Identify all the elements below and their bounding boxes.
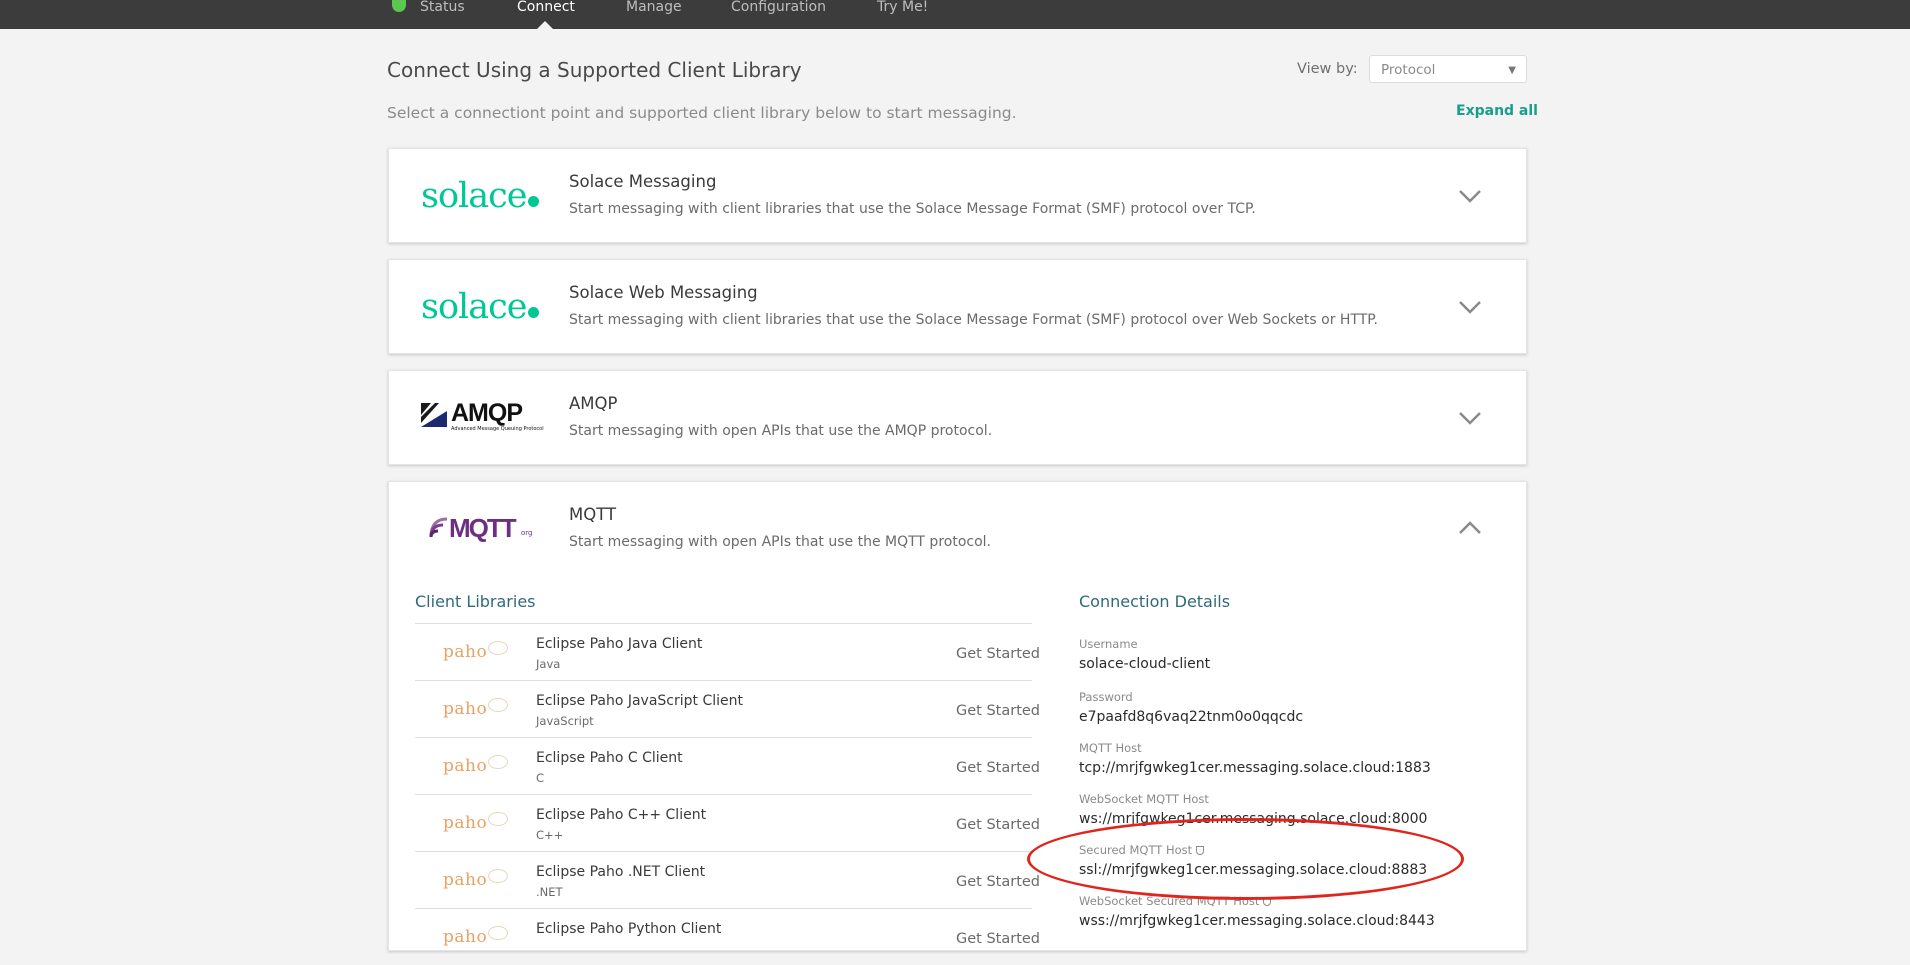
nav-configuration[interactable]: Configuration xyxy=(731,0,826,16)
library-name: Eclipse Paho C++ Client xyxy=(536,807,707,823)
status-indicator-icon xyxy=(392,0,406,12)
library-row[interactable]: paho Eclipse Paho C Client C Get Started xyxy=(415,737,1040,794)
card-description: Start messaging with open APIs that use … xyxy=(569,534,991,550)
page-subtitle: Select a connectiont point and supported… xyxy=(387,104,1017,122)
amqp-mark-icon xyxy=(421,403,447,427)
active-tab-caret-icon xyxy=(537,21,553,29)
library-language: Java xyxy=(536,657,561,671)
paho-logo: paho xyxy=(443,870,488,890)
protocol-card-solace-messaging[interactable]: solace Solace Messaging Start messaging … xyxy=(388,148,1527,243)
library-name: Eclipse Paho JavaScript Client xyxy=(536,693,744,709)
view-by-value: Protocol xyxy=(1381,62,1436,78)
protocol-card-solace-web-messaging[interactable]: solace Solace Web Messaging Start messag… xyxy=(388,259,1527,354)
card-title: AMQP xyxy=(569,394,618,413)
library-row[interactable]: paho Eclipse Paho .NET Client .NET Get S… xyxy=(415,851,1040,908)
detail-value-websocket-secured-mqtt-host[interactable]: wss://mrjfgwkeg1cer.messaging.solace.clo… xyxy=(1079,913,1435,929)
protocol-card-amqp[interactable]: AMQP Advanced Message Queuing Protocol A… xyxy=(388,370,1527,465)
solace-logo: solace xyxy=(421,176,540,216)
speech-bubble-icon xyxy=(488,698,508,712)
get-started-button[interactable]: Get Started xyxy=(956,931,1040,947)
chevron-down-icon[interactable] xyxy=(1458,410,1482,426)
expand-all-link[interactable]: Expand all xyxy=(1456,103,1538,119)
library-row[interactable]: paho Eclipse Paho JavaScript Client Java… xyxy=(415,680,1040,737)
card-description: Start messaging with client libraries th… xyxy=(569,201,1256,217)
detail-label-mqtt-host: MQTT Host xyxy=(1079,741,1142,755)
library-language: C xyxy=(536,771,545,785)
library-name: Eclipse Paho Java Client xyxy=(536,636,703,652)
library-row[interactable]: paho Eclipse Paho Python Client Get Star… xyxy=(415,908,1040,965)
speech-bubble-icon xyxy=(488,641,508,655)
speech-bubble-icon xyxy=(488,869,508,883)
chevron-down-icon[interactable] xyxy=(1458,188,1482,204)
card-description: Start messaging with open APIs that use … xyxy=(569,423,993,439)
client-libraries-title: Client Libraries xyxy=(415,592,536,611)
detail-label-websocket-mqtt-host: WebSocket MQTT Host xyxy=(1079,792,1209,806)
paho-logo: paho xyxy=(443,699,488,719)
detail-value-mqtt-host[interactable]: tcp://mrjfgwkeg1cer.messaging.solace.clo… xyxy=(1079,760,1431,776)
library-row[interactable]: paho Eclipse Paho Java Client Java Get S… xyxy=(415,623,1040,680)
dropdown-arrow-icon: ▼ xyxy=(1508,65,1516,76)
nav-connect[interactable]: Connect xyxy=(517,0,575,16)
library-name: Eclipse Paho .NET Client xyxy=(536,864,706,880)
library-name: Eclipse Paho Python Client xyxy=(536,921,722,937)
card-title: Solace Messaging xyxy=(569,172,717,191)
view-by-label: View by: xyxy=(1297,61,1358,77)
get-started-button[interactable]: Get Started xyxy=(956,760,1040,776)
card-description: Start messaging with client libraries th… xyxy=(569,312,1378,328)
get-started-button[interactable]: Get Started xyxy=(956,817,1040,833)
view-by-select[interactable]: Protocol ▼ xyxy=(1369,55,1527,83)
connection-details-title: Connection Details xyxy=(1079,592,1231,611)
detail-value-username[interactable]: solace-cloud-client xyxy=(1079,656,1210,672)
mqtt-logo: MQTT org xyxy=(429,513,539,543)
speech-bubble-icon xyxy=(488,755,508,769)
library-language: JavaScript xyxy=(536,714,594,728)
paho-logo: paho xyxy=(443,813,488,833)
page-title: Connect Using a Supported Client Library xyxy=(387,58,802,82)
top-nav: Status Connect Manage Configuration Try … xyxy=(0,0,1910,29)
get-started-button[interactable]: Get Started xyxy=(956,874,1040,890)
detail-label-password: Password xyxy=(1079,690,1133,704)
library-language: .NET xyxy=(536,885,563,899)
paho-logo: paho xyxy=(443,642,488,662)
get-started-button[interactable]: Get Started xyxy=(956,646,1040,662)
mqtt-mark-icon xyxy=(429,517,448,538)
nav-status[interactable]: Status xyxy=(420,0,465,16)
library-language: C++ xyxy=(536,828,564,842)
paho-logo: paho xyxy=(443,927,488,947)
solace-logo: solace xyxy=(421,287,540,327)
highlight-ellipse-annotation xyxy=(1027,818,1464,900)
detail-value-password[interactable]: e7paafd8q6vaq22tnm0o0qqcdc xyxy=(1079,709,1303,725)
nav-try-me[interactable]: Try Me! xyxy=(877,0,928,16)
chevron-up-icon[interactable] xyxy=(1458,520,1482,536)
amqp-logo: AMQP Advanced Message Queuing Protocol xyxy=(421,399,544,435)
card-title: Solace Web Messaging xyxy=(569,283,758,302)
speech-bubble-icon xyxy=(488,812,508,826)
paho-logo: paho xyxy=(443,756,488,776)
nav-manage[interactable]: Manage xyxy=(626,0,682,16)
chevron-down-icon[interactable] xyxy=(1458,299,1482,315)
card-title: MQTT xyxy=(569,505,617,524)
library-name: Eclipse Paho C Client xyxy=(536,750,683,766)
detail-label-username: Username xyxy=(1079,637,1138,651)
get-started-button[interactable]: Get Started xyxy=(956,703,1040,719)
library-row[interactable]: paho Eclipse Paho C++ Client C++ Get Sta… xyxy=(415,794,1040,851)
